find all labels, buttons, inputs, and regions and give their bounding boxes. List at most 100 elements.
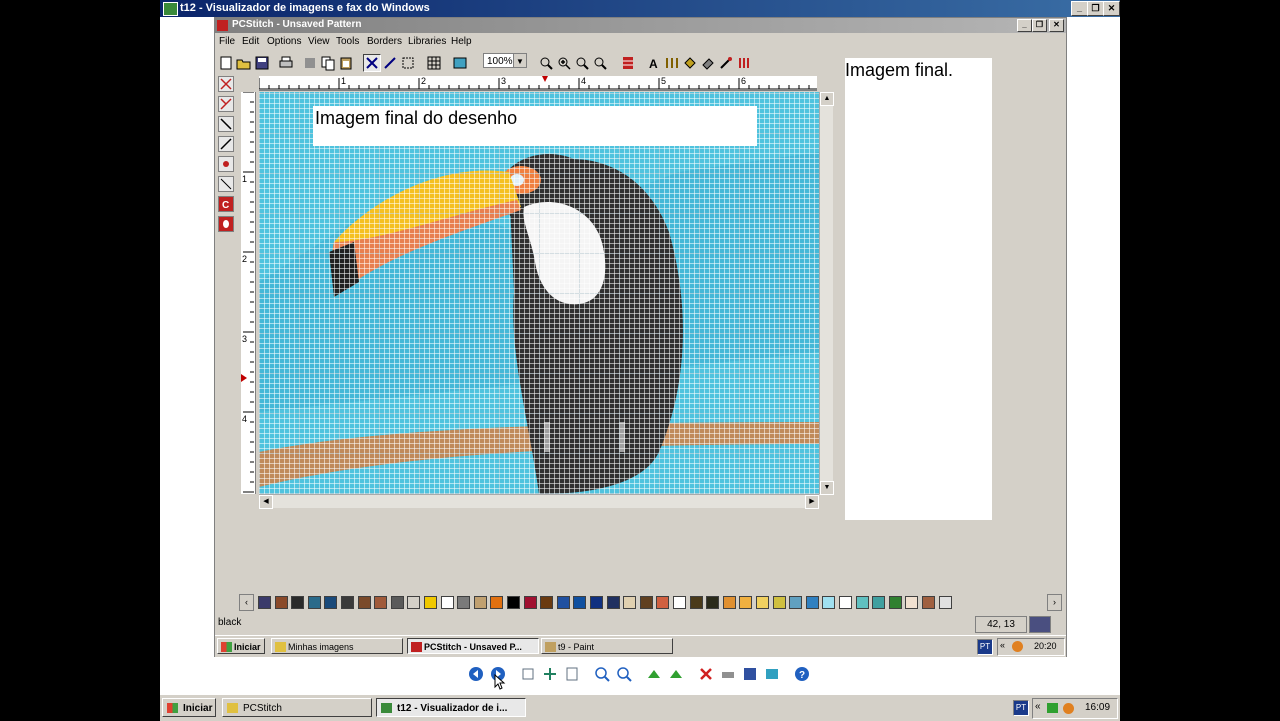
palette-swatch[interactable] [407,596,421,609]
horizontal-scrollbar[interactable]: ◀ ▶ [259,494,819,509]
open-folder-icon[interactable] [235,54,253,72]
palette-swatch[interactable] [457,596,471,609]
palette-swatch[interactable] [673,596,686,609]
grid-icon[interactable] [425,54,443,72]
text-tool-icon[interactable]: A [645,54,663,72]
palette-scroll-right-icon[interactable]: › [1047,594,1062,611]
menu-tools[interactable]: Tools [336,36,359,47]
outer-language-indicator[interactable]: PT [1013,700,1029,716]
tray-app-icon[interactable] [1063,703,1074,714]
menu-libraries[interactable]: Libraries [408,36,446,47]
print-icon[interactable] [277,54,295,72]
palette-swatch[interactable] [706,596,720,609]
pcstitch-titlebar[interactable]: PCStitch - Unsaved Pattern _ ❐ ✕ [215,18,1066,33]
palette-swatch[interactable] [523,596,537,609]
new-file-icon[interactable] [217,54,235,72]
menu-options[interactable]: Options [267,36,301,47]
palette-swatch[interactable] [556,596,570,609]
palette-swatch[interactable] [938,596,952,609]
help-icon[interactable]: ? [794,666,810,682]
full-stitch-tool-icon[interactable] [218,76,234,92]
palette-swatch[interactable] [872,596,886,609]
outer-start-button[interactable]: Iniciar [162,698,216,717]
select-rectangle-icon[interactable] [399,54,417,72]
outer-task-pcstitch[interactable]: PCStitch [222,698,372,717]
palette-swatch[interactable] [258,596,271,609]
palette-swatch[interactable] [540,596,554,609]
palette-swatch[interactable] [374,596,388,609]
copy-icon[interactable] [319,54,337,72]
save-disk-icon[interactable] [253,54,271,72]
palette-swatch[interactable] [888,596,902,609]
zoom-select[interactable]: 100% ▼ [483,53,527,68]
zoom-in-icon[interactable] [555,54,573,72]
palette-swatch[interactable] [905,596,919,609]
viewer-zoom-out-icon[interactable] [616,666,632,682]
menu-borders[interactable]: Borders [367,36,402,47]
palette-swatch[interactable] [922,596,935,609]
fill-tool-icon[interactable] [681,54,699,72]
palette-swatch[interactable] [307,596,321,609]
scroll-up-icon[interactable]: ▲ [820,92,834,106]
palette-swatch[interactable] [274,596,288,609]
image-import-icon[interactable] [451,54,469,72]
scroll-down-icon[interactable]: ▼ [820,481,834,495]
palette-swatch[interactable] [507,596,520,609]
inner-task-minhas-imagens[interactable]: Minhas imagens [271,638,403,654]
palette-swatch[interactable] [440,596,454,609]
palette-swatch[interactable] [424,596,437,609]
slideshow-icon[interactable] [564,666,580,682]
cut-icon[interactable] [301,54,319,72]
zoom-out-icon[interactable] [537,54,555,72]
inner-language-indicator[interactable]: PT [977,639,993,655]
viewer-maximize-button[interactable]: ❐ [1087,1,1104,16]
three-quarter-stitch-icon[interactable] [218,96,234,112]
bead-icon[interactable] [218,216,234,232]
zoom-fit-icon[interactable] [573,54,591,72]
palette-swatch[interactable] [805,596,819,609]
palette-scroll-left-icon[interactable]: ‹ [239,594,254,611]
menu-view[interactable]: View [308,36,330,47]
palette-swatch[interactable] [606,596,620,609]
inner-start-button[interactable]: Iniciar [217,638,265,654]
pcstitch-maximize-button[interactable]: ❐ [1032,19,1047,32]
palette-swatch[interactable] [623,596,637,609]
palette-swatch[interactable] [722,596,736,609]
open-for-editing-icon[interactable] [764,666,780,682]
palette-swatch[interactable] [291,596,305,609]
palette-swatch[interactable] [839,596,852,609]
rotate-counterclockwise-icon[interactable] [668,666,684,682]
palette-swatch[interactable] [789,596,803,609]
inner-task-pcstitch[interactable]: PCStitch - Unsaved P... [407,638,539,654]
specialty-stitch-icon[interactable]: C [218,196,234,212]
menu-file[interactable]: File [219,36,235,47]
delete-icon[interactable] [698,666,714,682]
palette-swatch[interactable] [490,596,504,609]
vertical-scrollbar[interactable]: ▲ ▼ [819,92,834,495]
palette-swatch[interactable] [689,596,703,609]
palette-swatch[interactable] [656,596,670,609]
eyedropper-icon[interactable] [717,54,735,72]
palette-swatch[interactable] [473,596,487,609]
tray-expand-icon[interactable]: « [1035,701,1041,712]
pcstitch-close-button[interactable]: ✕ [1049,19,1064,32]
color-chart-icon[interactable] [619,54,637,72]
paste-icon[interactable] [337,54,355,72]
viewer-print-icon[interactable] [720,666,736,682]
previous-image-icon[interactable] [468,666,484,682]
tray-app-icon[interactable] [1012,641,1023,652]
scroll-left-icon[interactable]: ◀ [259,495,273,509]
outer-task-viewer[interactable]: t12 - Visualizador de i... [376,698,526,717]
menu-help[interactable]: Help [451,36,472,47]
stitch-library-icon[interactable] [663,54,681,72]
backstitch-icon[interactable] [218,176,234,192]
viewer-save-icon[interactable] [742,666,758,682]
palette-swatch[interactable] [341,596,354,609]
paint-bucket-icon[interactable] [699,54,717,72]
full-stitch-icon[interactable] [363,54,381,72]
quarter-stitch-icon[interactable] [218,136,234,152]
actual-size-icon[interactable] [542,666,558,682]
palette-swatch[interactable] [822,596,836,609]
palette-swatch[interactable] [573,596,587,609]
palette-swatch[interactable] [756,596,769,609]
